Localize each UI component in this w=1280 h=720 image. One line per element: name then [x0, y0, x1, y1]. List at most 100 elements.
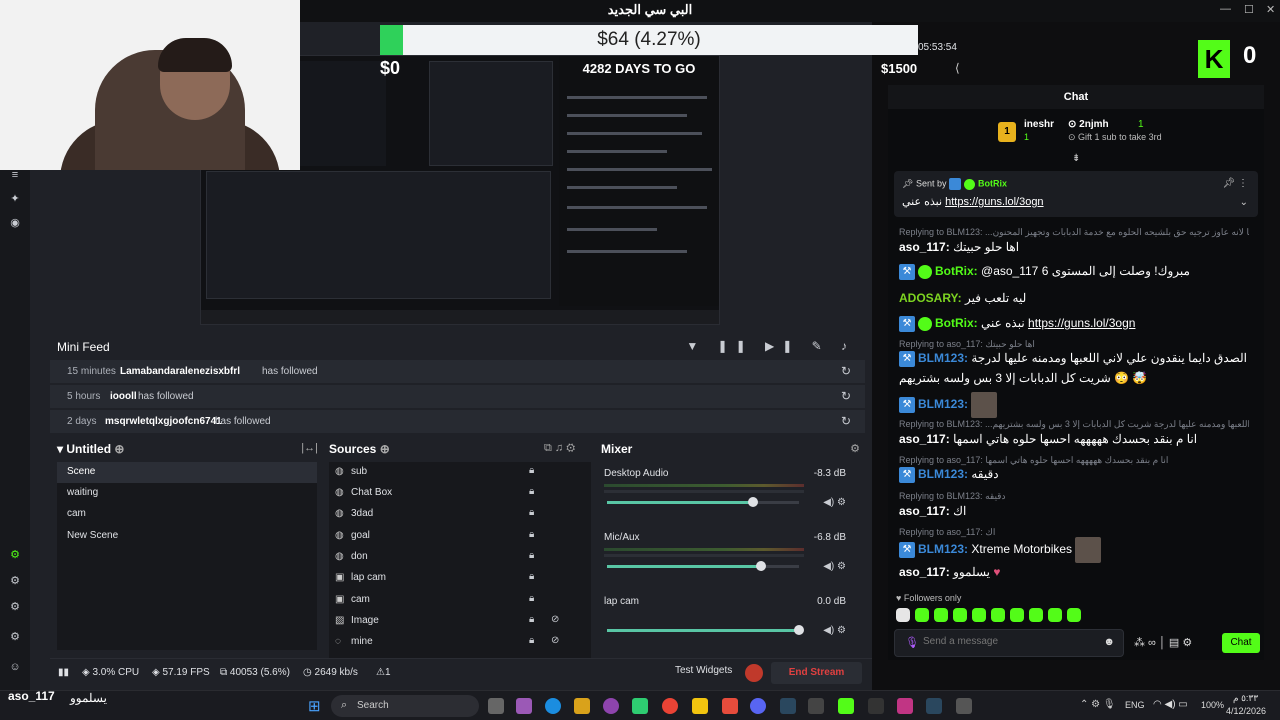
- chat-message[interactable]: ⚒ BLM123:: [899, 391, 1249, 421]
- volume-slider[interactable]: [607, 625, 804, 635]
- record-icon[interactable]: ◉: [8, 216, 22, 230]
- source-item[interactable]: ▣ cam 🔒︎: [329, 590, 579, 611]
- alerts[interactable]: ⚠1: [376, 667, 391, 678]
- wifi-icon[interactable]: ◠ ◀) ▭: [1153, 699, 1188, 710]
- discord-icon[interactable]: [750, 698, 766, 714]
- add-source-icon[interactable]: ⊕: [380, 442, 390, 456]
- chat-tools-icon[interactable]: ⁂ ∞ │ ▤ ⚙: [1134, 636, 1192, 649]
- clock-date[interactable]: 4/12/2026: [1226, 706, 1266, 716]
- feed-row[interactable]: 15 minutes Lamabandaralenezisxbfrl has f…: [50, 359, 865, 383]
- chat-message[interactable]: aso_117: انا م بنقد بحسدك هههههه احسها ح…: [899, 432, 1249, 446]
- settings-icon[interactable]: ⚙: [8, 630, 22, 644]
- app-icon[interactable]: [603, 698, 619, 714]
- mini-feed-toolbar[interactable]: ▼ ❚❚ ▶❚ ✎ ♪: [686, 339, 855, 353]
- profile-icon[interactable]: ☺: [8, 660, 22, 674]
- pinned-message[interactable]: 📌︎ Sent by BotRix نبذه عني https://guns.…: [894, 171, 1258, 217]
- clock-time[interactable]: ٥:٣٣ م: [1233, 693, 1258, 704]
- emote-icon[interactable]: [953, 608, 967, 622]
- expand-icon[interactable]: ⇟: [1072, 153, 1080, 164]
- windows-start-icon[interactable]: ⊞: [308, 697, 321, 715]
- emote-icon[interactable]: [1010, 608, 1024, 622]
- record-button[interactable]: [745, 664, 763, 682]
- dock-tools-icon[interactable]: ⧉ ♫ ⚙: [544, 442, 575, 455]
- add-scene-icon[interactable]: ⊕: [114, 442, 124, 456]
- feed-row[interactable]: 5 hours ioooll has followed ↻: [50, 384, 865, 408]
- chrome-icon[interactable]: [662, 698, 678, 714]
- share-icon[interactable]: ⟨: [955, 61, 960, 75]
- epic-icon[interactable]: [868, 698, 884, 714]
- speaker-icon[interactable]: ◀) ⚙: [823, 561, 846, 572]
- volume-slider[interactable]: [607, 561, 799, 571]
- plugin-icon[interactable]: ⚙: [8, 600, 22, 614]
- chat-message[interactable]: aso_117: يسلموو ♥: [899, 565, 1249, 579]
- source-item[interactable]: ◍ goal 🔒︎: [329, 526, 579, 547]
- close-icon[interactable]: ✕: [1266, 3, 1275, 16]
- steam-icon[interactable]: [780, 698, 796, 714]
- pin-icon[interactable]: 📌︎ ⋮: [1223, 178, 1248, 189]
- source-item[interactable]: ◍ Chat Box 🔒︎: [329, 483, 579, 504]
- settings-icon[interactable]: ⚙: [850, 442, 860, 455]
- maximize-icon[interactable]: ☐: [1244, 3, 1254, 16]
- speaker-icon[interactable]: ◀) ⚙: [823, 497, 846, 508]
- scene-item[interactable]: cam: [57, 504, 317, 525]
- instagram-icon[interactable]: [897, 698, 913, 714]
- app-icon[interactable]: [722, 698, 738, 714]
- chat-message[interactable]: ⚒ BLM123: Xtreme Motorbikes: [899, 536, 1249, 566]
- mic-icon[interactable]: 🎙︎: [905, 636, 919, 649]
- taskbar-search[interactable]: ⌕ Search: [331, 695, 479, 717]
- replay-icon[interactable]: ↻: [841, 364, 851, 378]
- app-icon[interactable]: [516, 698, 532, 714]
- replay-icon[interactable]: ↻: [841, 389, 851, 403]
- kick-app-icon[interactable]: [838, 698, 854, 714]
- tray-icons[interactable]: ⌃ ⚙ 🎙︎: [1080, 699, 1116, 710]
- folder-icon[interactable]: [692, 698, 708, 714]
- send-chat-button[interactable]: Chat: [1222, 633, 1260, 653]
- chat-message[interactable]: aso_117: اها حلو حبيتك: [899, 240, 1249, 254]
- speaker-icon[interactable]: ◀) ⚙: [823, 625, 846, 636]
- feed-row[interactable]: 2 days msqrwletqlxgjoofcn6741 has follow…: [50, 409, 865, 433]
- pinned-link[interactable]: https://guns.lol/3ogn: [945, 196, 1043, 208]
- source-item[interactable]: ▨ Image 🔒︎ ⊘: [329, 611, 579, 632]
- layers-icon[interactable]: ≡: [8, 168, 22, 182]
- chat-message[interactable]: ⚒ BLM123: والله الصدق دايما ينقدون علي لا…: [899, 351, 1249, 367]
- emote-icon[interactable]: [972, 608, 986, 622]
- scene-item[interactable]: Scene: [57, 462, 317, 483]
- app-icon[interactable]: [956, 698, 972, 714]
- test-widgets-button[interactable]: Test Widgets: [675, 665, 732, 676]
- plugin-icon[interactable]: ⚙: [8, 574, 22, 588]
- emote-icon[interactable]: [1067, 608, 1081, 622]
- emote-icon[interactable]: [1048, 608, 1062, 622]
- task-view-icon[interactable]: [488, 698, 504, 714]
- emote-icon[interactable]: [1029, 608, 1043, 622]
- chat-input-box[interactable]: 🎙︎ ☻: [894, 629, 1124, 657]
- collapse-icon[interactable]: |↔|: [301, 442, 318, 454]
- end-stream-button[interactable]: End Stream: [771, 662, 862, 684]
- chat-message[interactable]: ⚒ BLM123: دقيقه: [899, 467, 1249, 483]
- edge-icon[interactable]: [545, 698, 561, 714]
- chat-message[interactable]: ADOSARY: ليه تلعب فير: [899, 291, 1249, 305]
- source-item[interactable]: ▣ lap cam 🔒︎: [329, 568, 579, 589]
- chat-message[interactable]: ⚒ BotRix: @aso_117 مبروك! وصلت إلى المستو…: [899, 264, 1249, 280]
- stats-icon[interactable]: ▮▮: [58, 667, 69, 678]
- minimize-icon[interactable]: —: [1220, 3, 1231, 15]
- steam-icon[interactable]: [926, 698, 942, 714]
- emote-icon[interactable]: [896, 608, 910, 622]
- emote-icon[interactable]: [934, 608, 948, 622]
- store-icon[interactable]: [574, 698, 590, 714]
- plugin-icon[interactable]: ✦: [8, 192, 22, 206]
- app-icon[interactable]: [808, 698, 824, 714]
- source-item[interactable]: ◍ sub 🔒︎: [329, 462, 579, 483]
- replay-icon[interactable]: ↻: [841, 414, 851, 428]
- kick-icon[interactable]: ⚙: [8, 548, 22, 562]
- emote-icon[interactable]: [991, 608, 1005, 622]
- scene-item[interactable]: New Scene: [57, 526, 317, 547]
- xbox-icon[interactable]: [632, 698, 648, 714]
- source-item[interactable]: ◌ mine 🔒︎ ⊘: [329, 632, 579, 653]
- emote-icon[interactable]: [915, 608, 929, 622]
- chevron-down-icon[interactable]: ⌄: [1240, 197, 1248, 208]
- source-item[interactable]: ◍ 3dad 🔒︎: [329, 504, 579, 525]
- source-item[interactable]: ◍ don 🔒︎: [329, 547, 579, 568]
- volume-slider[interactable]: [607, 497, 799, 507]
- chat-message[interactable]: ⚒ BotRix: نبذه عني https://guns.lol/3ogn: [899, 316, 1249, 332]
- scene-item[interactable]: waiting: [57, 483, 317, 504]
